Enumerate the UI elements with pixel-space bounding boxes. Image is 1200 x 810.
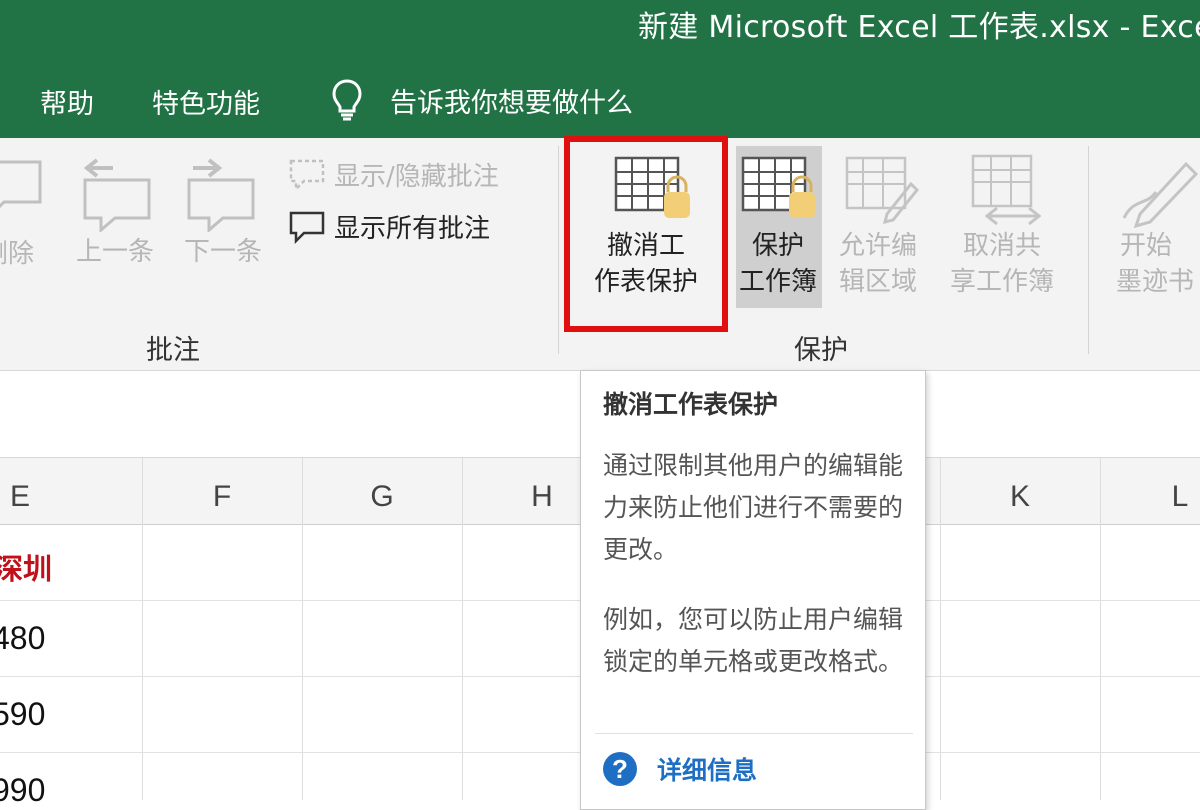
column-header-l[interactable]: L [1100, 470, 1200, 524]
start-inking-label-line2: 墨迹书 [1116, 267, 1195, 297]
next-comment-icon [187, 158, 255, 232]
delete-comment-label: 删除 [0, 239, 34, 269]
column-header-e[interactable]: E [0, 470, 40, 524]
delete-comment-button[interactable]: 删除 [0, 152, 50, 272]
show-hide-comment-icon [289, 159, 325, 192]
tooltip-example: 例如，您可以防止用户编辑锁定的单元格或更改格式。 [603, 605, 904, 676]
tooltip-description: 通过限制其他用户的编辑能力来防止他们进行不需要的更改。 [603, 451, 904, 564]
allow-edit-ranges-label-line1: 允许编 [838, 231, 917, 261]
help-question-icon: ? [603, 752, 637, 786]
cell-e-value[interactable]: 480 [0, 620, 45, 657]
title-bar: 新建 Microsoft Excel 工作表.xlsx - Excel 帮助 特… [0, 0, 1200, 138]
tooltip-divider [595, 733, 913, 734]
protect-group-label: 保护 [794, 335, 848, 366]
unshare-workbook-icon [971, 154, 1042, 226]
menu-special-features[interactable]: 特色功能 [152, 82, 260, 121]
allow-edit-ranges-icon [845, 156, 920, 225]
unshare-workbook-label-line1: 取消共 [962, 231, 1041, 261]
group-separator [558, 146, 559, 354]
start-inking-button[interactable]: 开始 墨迹书 [1116, 148, 1200, 300]
previous-comment-button[interactable]: 上一条 [70, 152, 160, 270]
menu-help[interactable]: 帮助 [40, 82, 94, 121]
column-header-g[interactable]: G [302, 470, 462, 524]
start-inking-label-line1: 开始 [1120, 231, 1173, 261]
allow-edit-ranges-button[interactable]: 允许编 辑区域 [830, 148, 926, 300]
cell-e-value[interactable]: 990 [0, 772, 45, 809]
allow-edit-ranges-label-line2: 辑区域 [838, 267, 917, 297]
tell-me-box[interactable]: 告诉我你想要做什么 [330, 78, 633, 122]
group-separator [1088, 146, 1089, 354]
show-hide-comment-label: 显示/隐藏批注 [334, 162, 499, 192]
tell-me-label: 告诉我你想要做什么 [390, 87, 633, 119]
comments-group-label: 批注 [146, 335, 200, 366]
show-all-comments-label: 显示所有批注 [334, 214, 491, 244]
cell-e-city[interactable]: 深圳 [0, 546, 52, 588]
previous-comment-label: 上一条 [75, 237, 154, 267]
column-header-k[interactable]: K [940, 470, 1100, 524]
protect-workbook-label-line2: 工作簿 [738, 267, 817, 297]
unshare-workbook-button[interactable]: 取消共 享工作簿 [940, 148, 1064, 300]
next-comment-label: 下一条 [183, 237, 262, 267]
unshare-workbook-label-line2: 享工作簿 [949, 267, 1054, 297]
lightbulb-icon [332, 79, 362, 121]
show-hide-comment-button[interactable]: 显示/隐藏批注 [288, 156, 499, 193]
more-info-label: 详细信息 [657, 756, 758, 785]
column-header-f[interactable]: F [142, 470, 302, 524]
window-title: 新建 Microsoft Excel 工作表.xlsx - Excel [638, 10, 1200, 45]
unprotect-sheet-tooltip: 撤消工作表保护 通过限制其他用户的编辑能力来防止他们进行不需要的更改。 例如，您… [580, 370, 926, 810]
protect-workbook-icon [741, 156, 815, 218]
previous-comment-icon [83, 158, 151, 232]
tooltip-title: 撤消工作表保护 [603, 390, 779, 419]
tooltip-more-info-link[interactable]: ? 详细信息 [603, 751, 757, 787]
next-comment-button[interactable]: 下一条 [178, 152, 268, 270]
highlight-annotation-box [564, 136, 728, 332]
show-all-comments-button[interactable]: 显示所有批注 [288, 208, 490, 245]
pen-icon [1122, 161, 1199, 228]
delete-comment-icon [0, 160, 42, 209]
protect-workbook-button[interactable]: 保护 工作簿 [728, 148, 828, 300]
show-all-comments-icon [289, 211, 325, 244]
cell-e-value[interactable]: 590 [0, 696, 45, 733]
protect-workbook-label-line1: 保护 [751, 231, 804, 261]
